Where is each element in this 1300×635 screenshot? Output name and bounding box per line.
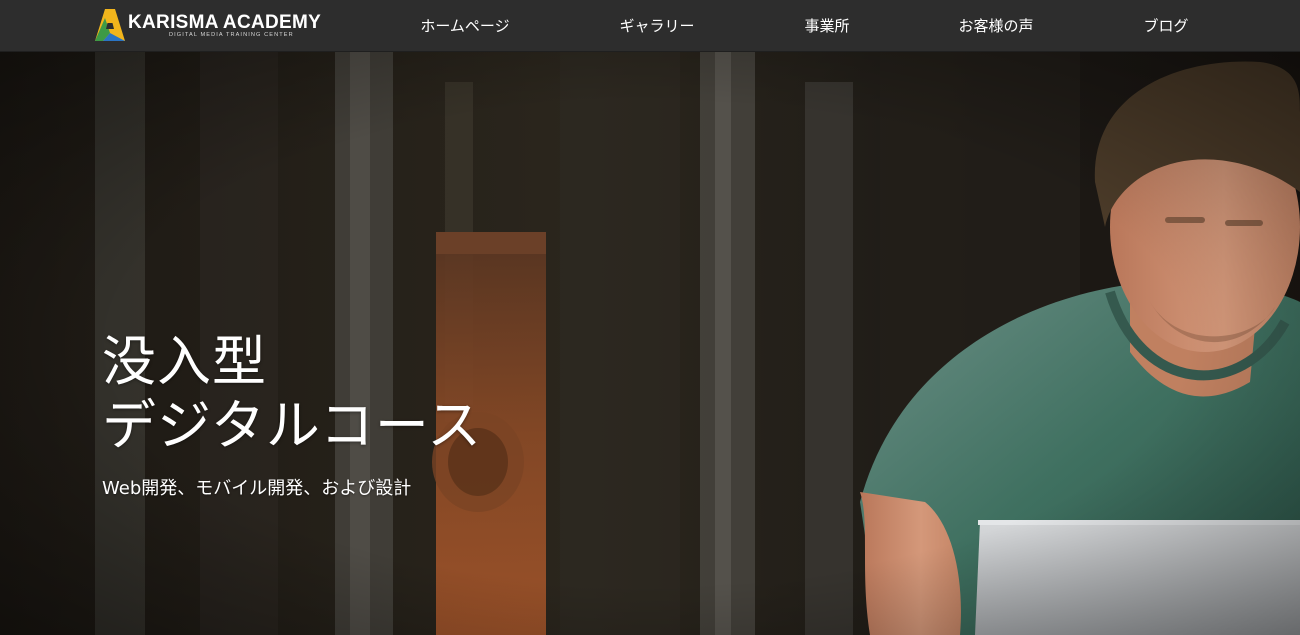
brand-tagline: DIGITAL MEDIA TRAINING CENTER — [169, 32, 294, 38]
brand-name: KARISMA ACADEMY — [128, 12, 322, 33]
nav-blog[interactable]: ブログ — [1130, 0, 1202, 52]
hero-title: 没入型 デジタルコース — [102, 330, 482, 458]
nav-home[interactable]: ホームページ — [405, 0, 525, 52]
nav-offices[interactable]: 事業所 — [792, 0, 862, 52]
academy-logo-icon — [95, 9, 125, 41]
top-navbar: KARISMA ACADEMY DIGITAL MEDIA TRAINING C… — [0, 0, 1300, 52]
hero-title-line-1: 没入型 — [102, 330, 267, 393]
hero-title-line-2: デジタルコース — [102, 394, 483, 457]
hero-subtitle: Web開発、モバイル開発、および設計 — [102, 478, 412, 499]
nav-testimonials[interactable]: お客様の声 — [946, 0, 1046, 52]
hero-banner: 没入型 デジタルコース Web開発、モバイル開発、および設計 — [0, 52, 1300, 635]
brand-logo[interactable]: KARISMA ACADEMY DIGITAL MEDIA TRAINING C… — [95, 9, 335, 43]
nav-gallery[interactable]: ギャラリー — [607, 0, 707, 52]
